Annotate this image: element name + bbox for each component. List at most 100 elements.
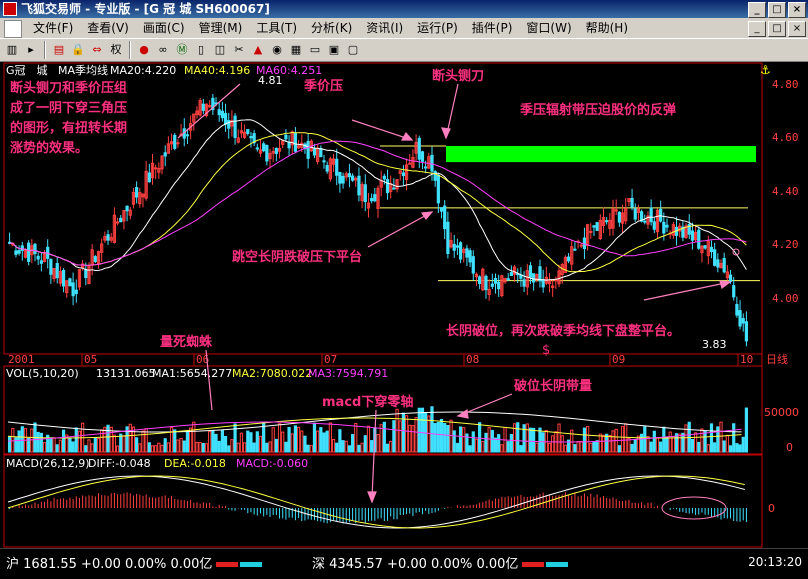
volume-bar	[706, 444, 710, 453]
menu-file[interactable]: 文件(F)	[26, 18, 80, 38]
volume-bar	[649, 441, 653, 453]
menu-screen[interactable]: 画面(C)	[136, 18, 192, 38]
menu-run[interactable]: 运行(P)	[410, 18, 465, 38]
volume-bar	[284, 441, 288, 453]
menu-plugins[interactable]: 插件(P)	[465, 18, 520, 38]
sz-up-bar	[522, 562, 545, 567]
candle-body	[71, 282, 75, 297]
arrow-head	[456, 408, 469, 419]
menu-view[interactable]: 查看(V)	[80, 18, 136, 38]
glasses-icon[interactable]: ∞	[155, 42, 171, 58]
doc-close-button[interactable]: ×	[788, 21, 806, 37]
candle-body	[465, 248, 469, 258]
document-icon[interactable]	[4, 20, 22, 38]
sz-index[interactable]: 深 4345.57 +0.00 0.00% 0.00亿	[312, 553, 569, 572]
volume-bar	[544, 429, 548, 453]
volume-bar	[506, 441, 510, 453]
candle-body	[246, 129, 250, 134]
vol-ma3-legend: MA3:7594.791	[308, 367, 388, 380]
volume-bar	[271, 427, 275, 453]
stock-chart[interactable]: 4.80 4.60 4.40 4.20 4.00 ⚓ 2001 05 06 07…	[0, 62, 808, 548]
chart-icon[interactable]: ▥	[4, 42, 20, 58]
vol-legend-name: VOL(5,10,20)	[6, 367, 79, 380]
candle-body	[370, 197, 374, 202]
period-label[interactable]: 日线	[766, 352, 788, 366]
chart-area[interactable]: 4.80 4.60 4.40 4.20 4.00 ⚓ 2001 05 06 07…	[0, 62, 808, 548]
volume-bar	[309, 445, 313, 453]
screen-icon[interactable]: ▢	[345, 42, 361, 58]
candle-body	[357, 175, 361, 196]
candle-body	[538, 266, 542, 282]
volume-bar	[601, 434, 606, 453]
menu-analysis[interactable]: 分析(K)	[304, 18, 359, 38]
volume-bar	[630, 443, 634, 453]
volume-bar	[293, 425, 298, 453]
annotation-line: 的图形，有扭转长期	[10, 120, 127, 136]
candle-body	[424, 166, 428, 169]
arrow-icon[interactable]: ▸	[23, 42, 39, 58]
menu-manage[interactable]: 管理(M)	[192, 18, 250, 38]
volume-bar	[77, 430, 82, 453]
volume-bar	[233, 423, 237, 453]
candle-body	[68, 278, 72, 287]
volume-bar	[39, 432, 43, 453]
volume-bar	[655, 436, 660, 453]
arrow-head	[441, 127, 451, 140]
page-icon[interactable]: ▭	[307, 42, 323, 58]
volume-bar	[220, 429, 224, 453]
sh-index[interactable]: 沪 1681.55 +0.00 0.00% 0.00亿	[6, 553, 263, 572]
volume-bar	[420, 407, 425, 453]
doc-minimize-button[interactable]: _	[748, 21, 766, 37]
candle-body	[217, 109, 221, 116]
volume-bar	[424, 412, 428, 453]
x-tick-label: 08	[466, 353, 479, 366]
menu-tools[interactable]: 工具(T)	[249, 18, 304, 38]
window-title: 飞狐交易师 - 专业版 - [G 冠 城 SH600067]	[21, 2, 270, 16]
candle-body	[322, 160, 326, 163]
tools-icon[interactable]: ✂	[231, 42, 247, 58]
candle-body	[14, 250, 18, 255]
high-label: 4.81	[258, 74, 283, 87]
menu-help[interactable]: 帮助(H)	[579, 18, 635, 38]
volume-bar	[525, 423, 529, 453]
volume-bar	[128, 423, 132, 453]
volume-bar	[576, 441, 580, 453]
f10-icon[interactable]: ▣	[326, 42, 342, 58]
menu-info[interactable]: 资讯(I)	[359, 18, 410, 38]
candle-body	[589, 230, 593, 233]
weight-button[interactable]: 权	[108, 42, 124, 58]
candle-body	[401, 172, 406, 177]
macd-dea-legend: DEA:-0.018	[164, 457, 226, 470]
bars-icon[interactable]: ▤	[51, 42, 67, 58]
volume-bar	[681, 432, 685, 453]
volume-bar	[430, 406, 434, 453]
bell-icon[interactable]: ◉	[269, 42, 285, 58]
maximize-button[interactable]: □	[768, 2, 786, 18]
volume-bar	[287, 426, 291, 453]
candle-body	[722, 257, 726, 273]
lock-icon[interactable]: 🔒	[70, 42, 86, 58]
candle-body	[385, 179, 390, 194]
volume-bar	[563, 444, 567, 453]
candle-body	[338, 171, 342, 184]
box-icon[interactable]: ◫	[212, 42, 228, 58]
circles-icon[interactable]: ●	[136, 42, 152, 58]
candle-body	[312, 148, 317, 156]
menu-window[interactable]: 窗口(W)	[519, 18, 578, 38]
volume-bar	[732, 423, 736, 453]
volume-bar	[169, 426, 174, 453]
doc-restore-button[interactable]: □	[768, 21, 786, 37]
minimize-button[interactable]: _	[748, 2, 766, 18]
book-icon[interactable]: ▯	[193, 42, 209, 58]
flame-icon[interactable]: ▲	[250, 42, 266, 58]
volume-bar	[633, 438, 637, 453]
candle-body	[106, 234, 110, 241]
grid-icon[interactable]: ▦	[288, 42, 304, 58]
candle-body	[554, 279, 558, 282]
close-button[interactable]: ×	[788, 2, 806, 18]
volume-bar	[697, 441, 701, 453]
candle-body	[732, 285, 736, 298]
candle-body	[659, 208, 663, 222]
m-icon[interactable]: Ⓜ	[174, 42, 190, 58]
swap-icon[interactable]: ⇔	[89, 42, 105, 58]
